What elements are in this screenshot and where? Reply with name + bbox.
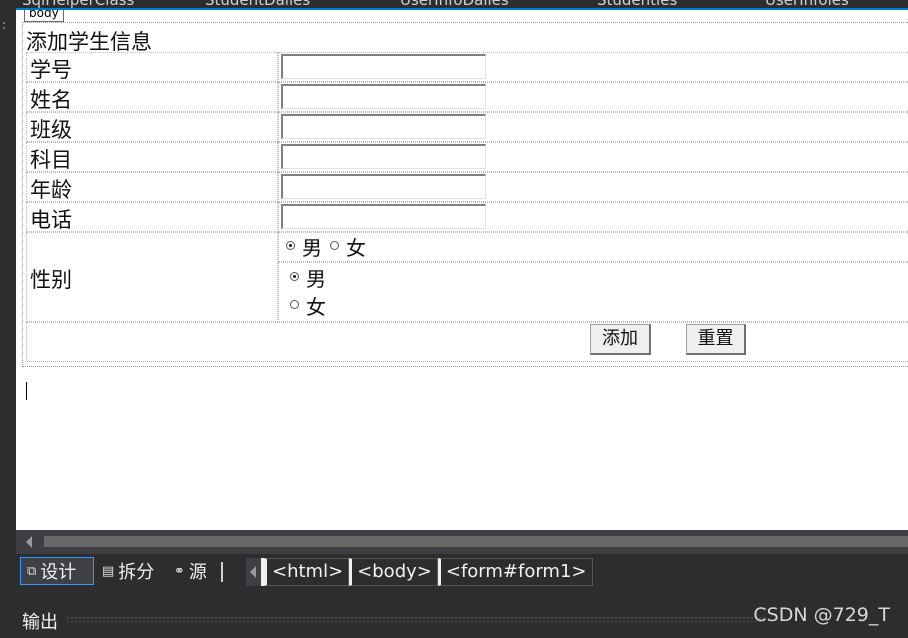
view-separator	[221, 562, 223, 582]
split-view-label: 拆分	[118, 562, 155, 583]
horizontal-scrollbar[interactable]	[16, 530, 908, 554]
breadcrumb-scroll-left-icon[interactable]	[246, 558, 264, 586]
scroll-left-icon[interactable]	[26, 536, 32, 548]
gender-inline-female-radio[interactable]	[330, 241, 339, 250]
design-view-label: 设计	[40, 562, 77, 583]
class-label: 班级	[30, 118, 72, 142]
gender-list-female-radio[interactable]	[290, 300, 299, 309]
source-view-icon: ⚭	[174, 563, 185, 579]
tag-breadcrumb: <html> <body> <form#form1>	[246, 557, 593, 587]
class-input[interactable]	[281, 114, 486, 139]
subject-label: 科目	[30, 148, 72, 172]
source-view-button[interactable]: ⚭ 源	[168, 557, 213, 585]
breadcrumb-body[interactable]: <body>	[349, 558, 438, 586]
design-surface[interactable]: body 添加学生信息 学号 姓名 班级 科目 年龄 电话 性别 男 女 男 女…	[16, 10, 908, 530]
gender-list-male-radio[interactable]	[290, 272, 299, 281]
student-id-input[interactable]	[281, 54, 486, 79]
gender-list-female-text: 女	[306, 295, 326, 319]
output-panel-header: 输出 CSDN @729_T	[0, 590, 908, 638]
student-id-label: 学号	[30, 58, 72, 82]
name-label: 姓名	[30, 88, 72, 112]
text-caret	[26, 382, 27, 400]
document-tab-strip: SqlHelperClass StudentDalles UserInfoDal…	[0, 0, 908, 10]
gender-inline-male-radio[interactable]	[286, 241, 295, 250]
split-view-button[interactable]: ▤ 拆分	[96, 557, 160, 585]
table-cell	[278, 232, 908, 262]
source-view-label: 源	[188, 562, 207, 583]
design-view-icon: ⧉	[27, 563, 37, 579]
scrollbar-thumb[interactable]	[44, 536, 908, 547]
age-input[interactable]	[281, 174, 486, 199]
gender-inline-male-text: 男	[302, 236, 322, 260]
age-label: 年龄	[30, 178, 72, 202]
output-title[interactable]: 输出	[22, 608, 58, 634]
left-gutter: :	[0, 10, 16, 530]
subject-input[interactable]	[281, 144, 486, 169]
name-input[interactable]	[281, 84, 486, 109]
table-cell	[26, 322, 908, 362]
phone-input[interactable]	[281, 204, 486, 229]
split-view-icon: ▤	[102, 563, 115, 579]
breadcrumb-form[interactable]: <form#form1>	[437, 558, 593, 586]
reset-button[interactable]: 重置	[686, 324, 746, 355]
csdn-watermark: CSDN @729_T	[753, 604, 890, 626]
phone-label: 电话	[30, 208, 72, 232]
output-grip	[66, 616, 766, 622]
body-tag-label: body	[24, 10, 64, 22]
gender-list-male-text: 男	[306, 267, 326, 291]
breadcrumb-html[interactable]: <html>	[264, 558, 350, 586]
gender-label: 性别	[30, 268, 72, 292]
table-cell	[278, 262, 908, 322]
gender-inline-female-text: 女	[346, 236, 366, 260]
view-switch-bar: ⧉ 设计 ▤ 拆分 ⚭ 源 <html> <body> <form#form1>	[16, 554, 908, 590]
gutter-mark-icon: :	[2, 18, 7, 32]
add-button[interactable]: 添加	[590, 324, 651, 355]
design-view-button[interactable]: ⧉ 设计	[20, 557, 94, 585]
